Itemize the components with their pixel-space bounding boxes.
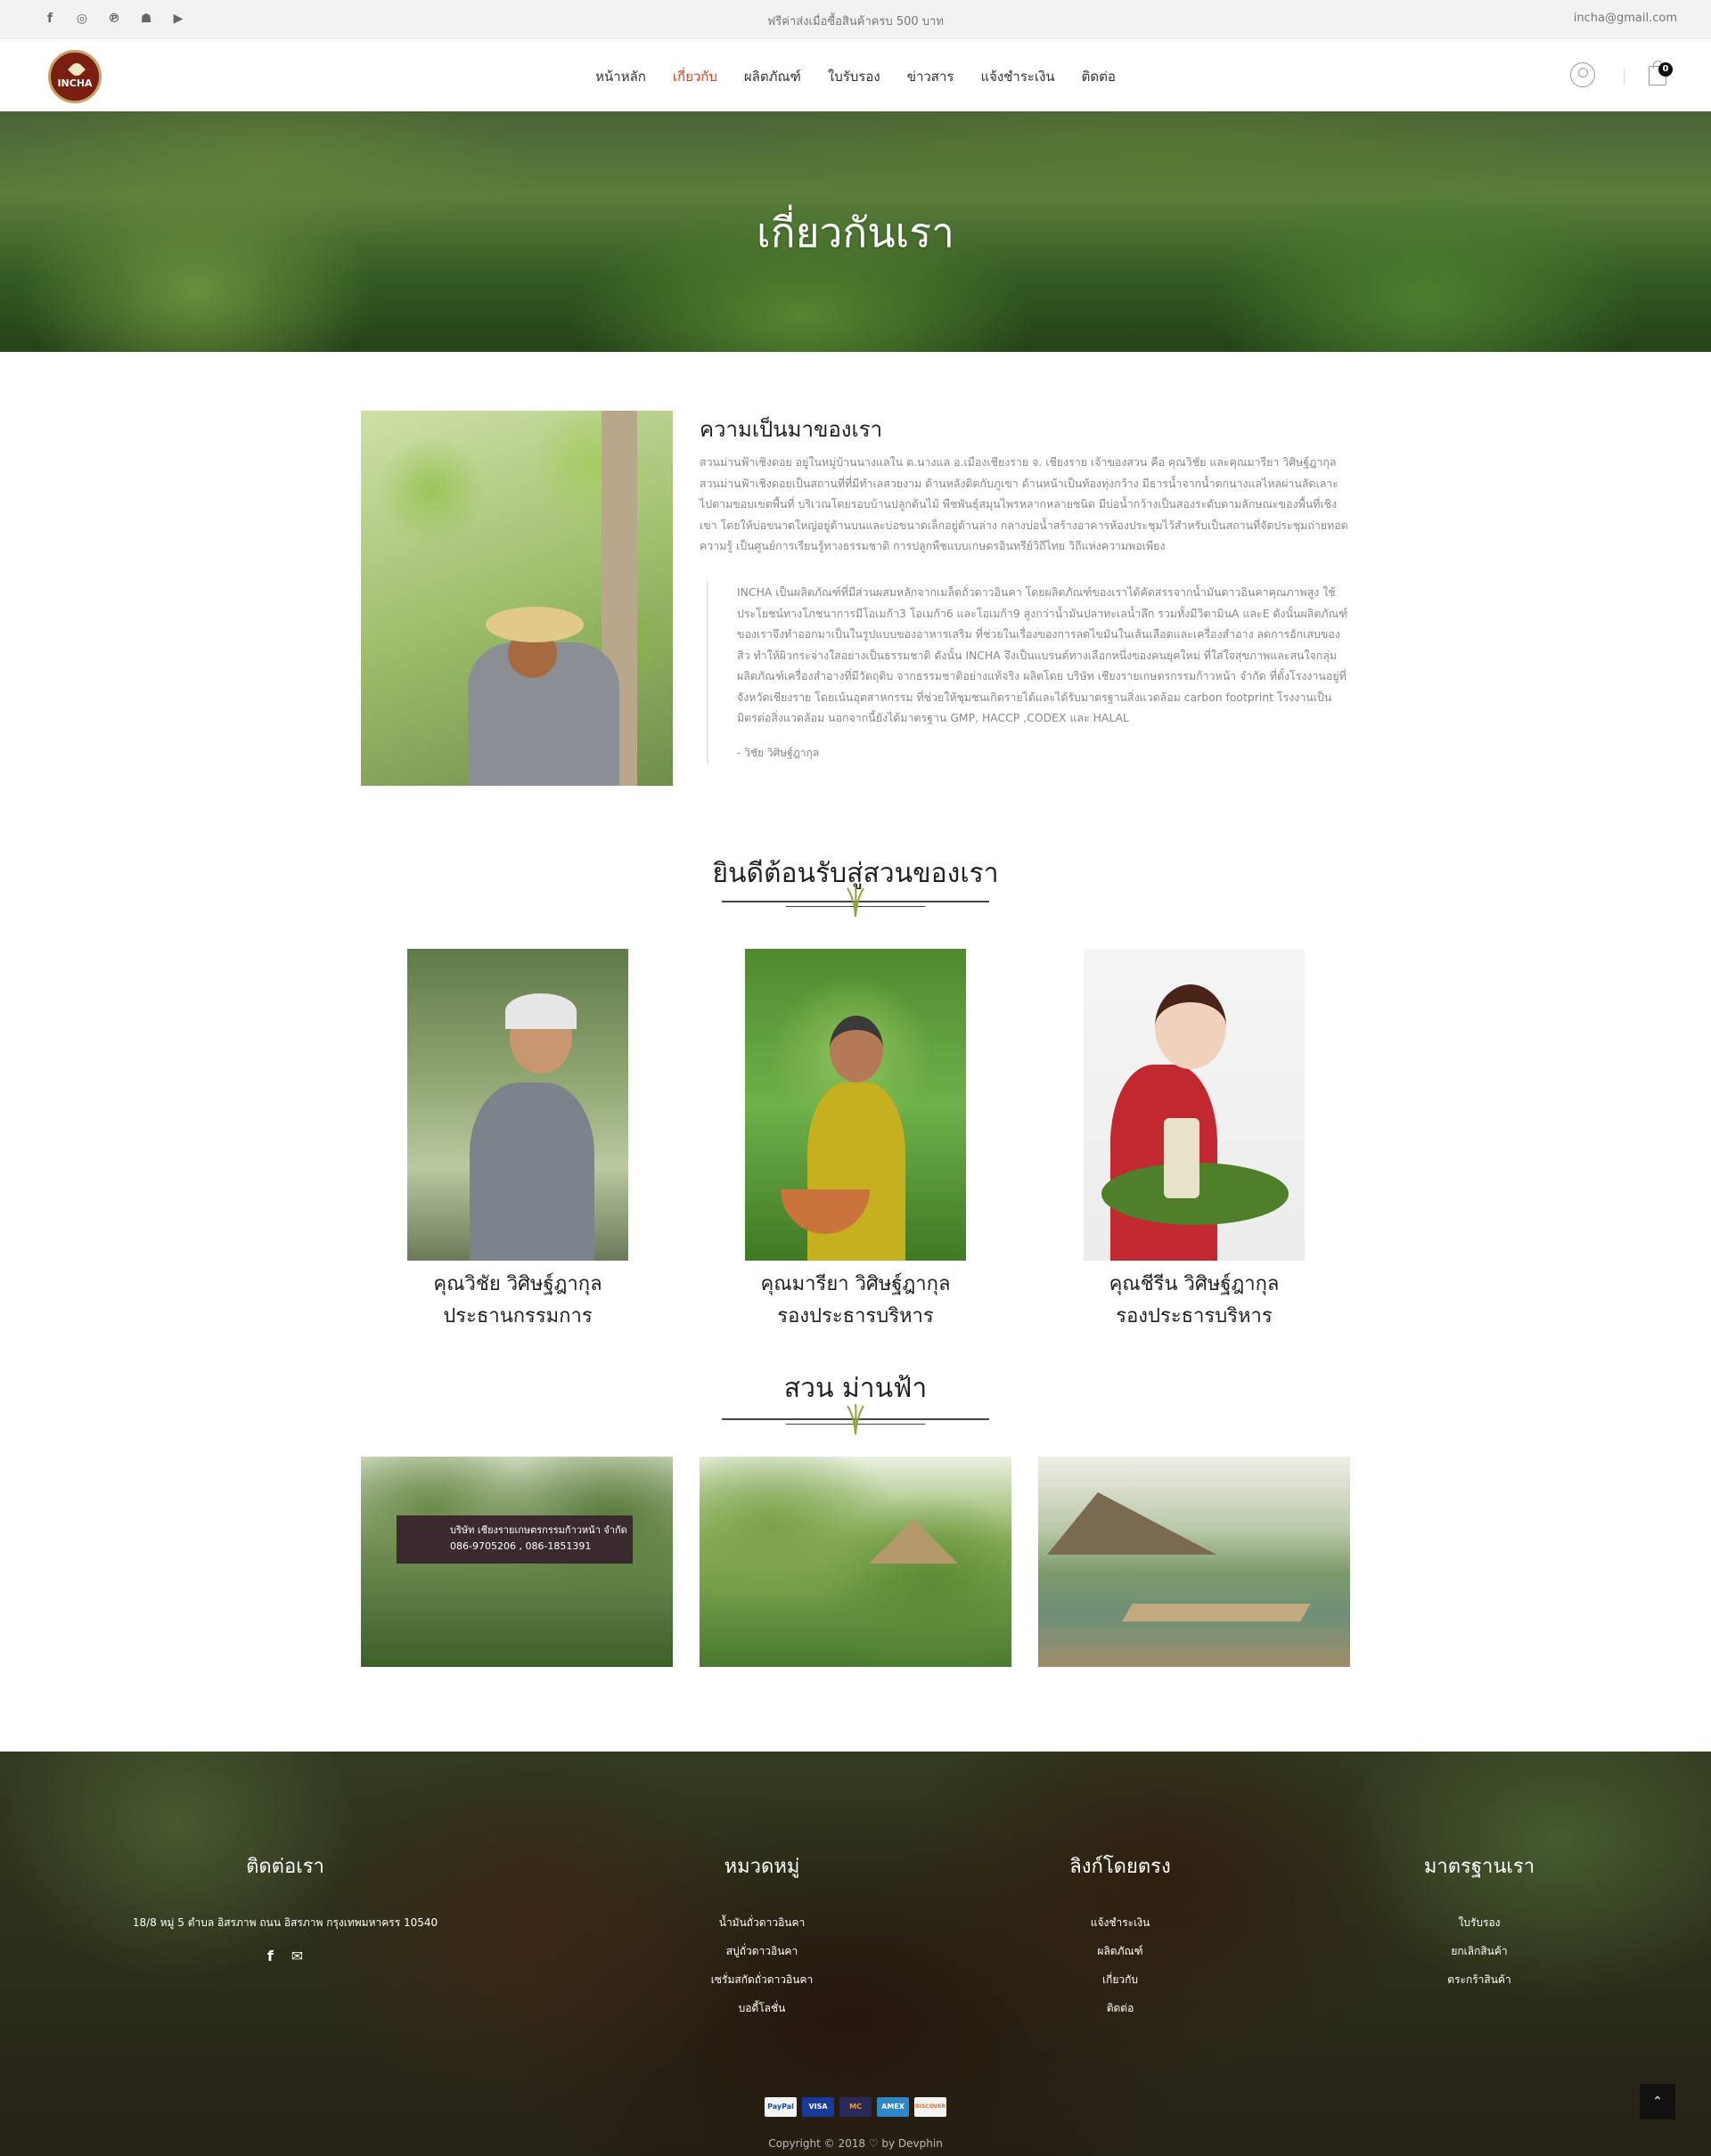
scroll-to-top-button[interactable]: ⌃ <box>1640 2084 1675 2119</box>
copyright-text: Copyright © 2018 ♡ by Devphin <box>768 2137 943 2150</box>
nav-certificates[interactable]: ใบรับรอง <box>828 66 880 87</box>
footer-link[interactable]: ยกเลิกสินค้า <box>1377 1937 1582 1965</box>
top-bar: f ◎ ℗ ☗ ▶ ฟรีค่าส่งเมื่อซื้อสินค้าครบ 50… <box>0 0 1711 39</box>
footer-link[interactable]: สบู่ถั่วดาวอินคา <box>659 1937 864 1965</box>
sign-company-name: บริษัท เชียงรายเกษตรกรรมก้าวหน้า จำกัด <box>450 1524 627 1536</box>
main-nav: หน้าหลัก เกี่ยวกับ ผลิตภัณฑ์ ใบรับรอง ข่… <box>0 66 1711 87</box>
section-divider <box>722 886 989 917</box>
mail-icon[interactable]: ✉ <box>291 1948 303 1964</box>
nav-about[interactable]: เกี่ยวกับ <box>673 66 717 87</box>
footer-categories-title: หมวดหมู่ <box>724 1856 800 1878</box>
footer-link[interactable]: ติดต่อ <box>1018 1994 1223 2022</box>
member-role: ประธานกรรมการ <box>443 1305 593 1327</box>
member-role: รองประธารบริหาร <box>1116 1305 1273 1327</box>
team-photo-shireen <box>1084 949 1305 1261</box>
quote-text: INCHA เป็นผลิตภัณฑ์ที่มีส่วนผสมหลักจากเม… <box>737 585 1348 724</box>
header-divider <box>1624 68 1625 84</box>
user-account-icon[interactable] <box>1570 62 1595 87</box>
footer-link[interactable]: บอดี้โลชั่น <box>659 1994 864 2022</box>
footer-address: 18/8 หมู่ 5 ตำบล อิสรภาพ ถนน อิสรภาพ กรุ… <box>132 1916 438 1929</box>
sign-phone: 086-9705206 , 086-1851391 <box>450 1540 592 1552</box>
footer-link[interactable]: ตระกร้าสินค้า <box>1377 1965 1582 1994</box>
main-header: INCHA หน้าหลัก เกี่ยวกับ ผลิตภัณฑ์ ใบรับ… <box>0 39 1711 111</box>
garden-photo-sign[interactable]: บริษัท เชียงรายเกษตรกรรมก้าวหน้า จำกัด 0… <box>361 1457 673 1667</box>
cart-count-badge: 0 <box>1658 62 1673 77</box>
garden-photo-pond[interactable] <box>1038 1457 1350 1667</box>
section-divider <box>722 1404 989 1434</box>
footer-link[interactable]: เซรั่มสกัดถั่วดาวอินคา <box>659 1965 864 1994</box>
quote-author: - วิชัย วิศิษฐ์ฎากุล <box>737 746 820 759</box>
nav-contact[interactable]: ติดต่อ <box>1082 66 1116 87</box>
footer-link[interactable]: ใบรับรอง <box>1377 1908 1582 1937</box>
grass-icon <box>847 1404 864 1434</box>
footer-contact-title: ติดต่อเรา <box>246 1856 324 1878</box>
footer-standards-title: มาตรฐานเรา <box>1423 1856 1535 1878</box>
payment-methods: PayPal VISA MC AMEX DISCOVER <box>0 2097 1711 2117</box>
page-hero-banner: เกี่ยวกันเรา <box>0 111 1711 352</box>
team-member: คุณวิชัย วิศิษฐ์ฎากุล ประธานกรรมการ <box>366 1269 669 1333</box>
promo-text: ฟรีค่าส่งเมื่อซื้อสินค้าครบ 500 บาท <box>767 15 944 29</box>
farmer-photo <box>361 411 673 786</box>
team-member: คุณมารียา วิศิษฐ์ฎากุล รองประธารบริหาร <box>704 1269 1007 1333</box>
nav-products[interactable]: ผลิตภัณฑ์ <box>744 66 801 87</box>
footer-link[interactable]: เกี่ยวกับ <box>1018 1965 1223 1994</box>
visa-icon: VISA <box>802 2097 834 2117</box>
footer-links-title: ลิงก์โดยตรง <box>1069 1856 1171 1878</box>
facebook-icon[interactable]: f <box>267 1948 274 1964</box>
about-heading: ความเป็นมาของเรา <box>700 417 883 442</box>
mastercard-icon: MC <box>839 2097 872 2117</box>
nav-news[interactable]: ข่าวสาร <box>907 66 954 87</box>
team-member: คุณชีรีน วิศิษฐ์ฎากุล รองประธารบริหาร <box>1043 1269 1346 1333</box>
footer-categories: หมวดหมู่ น้ำมันถั่วดาวอินคา สบู่ถั่วดาวอ… <box>659 1850 864 2022</box>
contact-email[interactable]: incha@gmail.com <box>1574 12 1677 25</box>
footer-link[interactable]: แจ้งชำระเงิน <box>1018 1908 1223 1937</box>
footer-direct-links: ลิงก์โดยตรง แจ้งชำระเงิน ผลิตภัณฑ์ เกี่ย… <box>1018 1850 1223 2022</box>
company-sign: บริษัท เชียงรายเกษตรกรรมก้าวหน้า จำกัด 0… <box>397 1515 633 1564</box>
page-title: เกี่ยวกันเรา <box>757 208 954 257</box>
member-name: คุณวิชัย วิศิษฐ์ฎากุล <box>433 1273 602 1295</box>
nav-home[interactable]: หน้าหลัก <box>595 66 646 87</box>
founder-quote: INCHA เป็นผลิตภัณฑ์ที่มีส่วนผสมหลักจากเม… <box>707 582 1350 764</box>
member-role: รองประธารบริหาร <box>777 1305 934 1327</box>
amex-icon: AMEX <box>877 2097 909 2117</box>
team-photo-mariya <box>745 949 966 1261</box>
nav-payment[interactable]: แจ้งชำระเงิน <box>980 66 1054 87</box>
garden-heading: สวน ม่านฟ้า <box>783 1373 928 1404</box>
footer-link[interactable]: ผลิตภัณฑ์ <box>1018 1937 1223 1965</box>
paypal-icon: PayPal <box>765 2097 797 2117</box>
discover-icon: DISCOVER <box>914 2097 946 2117</box>
about-paragraph: สวนม่านฟ้าเชิงดอย อยู่ในหมู่บ้านนางแลใน … <box>700 455 1348 552</box>
team-photo-wichai <box>407 949 628 1261</box>
footer-contact: ติดต่อเรา 18/8 หมู่ 5 ตำบล อิสรภาพ ถนน อ… <box>125 1850 446 1964</box>
garden-photo-trees[interactable] <box>700 1457 1011 1667</box>
footer-standards: มาตรฐานเรา ใบรับรอง ยกเลิกสินค้า ตระกร้า… <box>1377 1850 1582 1994</box>
footer-link[interactable]: น้ำมันถั่วดาวอินคา <box>659 1908 864 1937</box>
member-name: คุณชีรีน วิศิษฐ์ฎากุล <box>1109 1273 1280 1295</box>
grass-icon <box>847 886 864 917</box>
member-name: คุณมารียา วิศิษฐ์ฎากุล <box>760 1273 951 1295</box>
